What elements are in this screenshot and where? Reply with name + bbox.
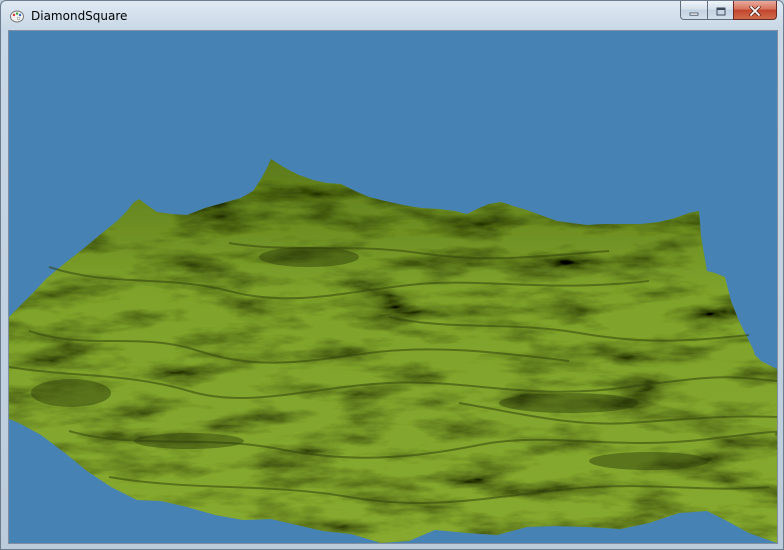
window-title: DiamondSquare [31,9,128,23]
maximize-icon [716,1,726,20]
maximize-button[interactable] [707,1,733,20]
terrain-scene [9,31,777,543]
close-icon [749,1,761,20]
caption-buttons [680,1,777,21]
paint-palette-icon[interactable] [9,8,25,24]
title-bar[interactable]: DiamondSquare [1,1,783,30]
minimize-icon [689,1,699,20]
app-window: DiamondSquare [0,0,784,550]
close-button[interactable] [733,1,777,20]
render-viewport[interactable] [8,30,778,544]
minimize-button[interactable] [680,1,707,20]
